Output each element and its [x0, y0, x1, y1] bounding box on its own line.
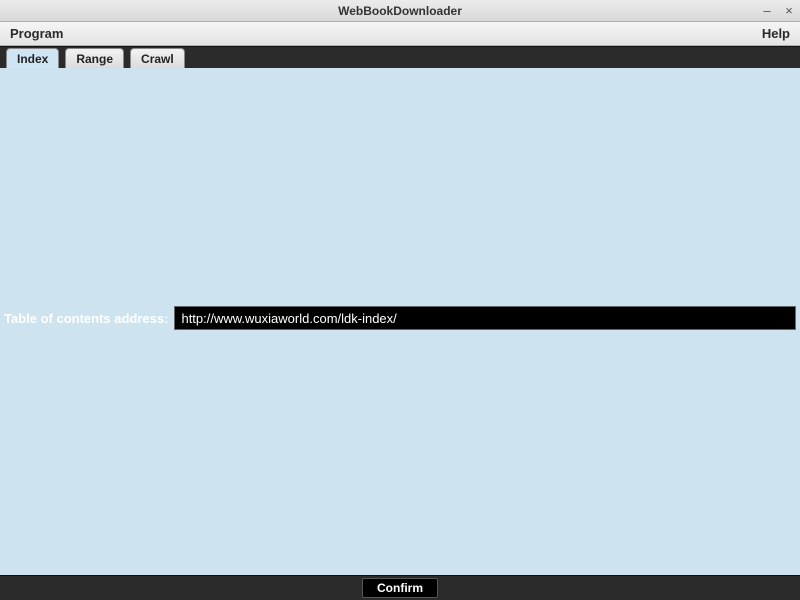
- menubar: Program Help: [0, 22, 800, 46]
- menu-help[interactable]: Help: [758, 24, 794, 43]
- tab-index[interactable]: Index: [6, 48, 59, 68]
- tab-range[interactable]: Range: [65, 48, 124, 68]
- window-title: WebBookDownloader: [338, 4, 462, 18]
- address-row: Table of contents address:: [4, 306, 796, 330]
- confirm-button[interactable]: Confirm: [362, 578, 438, 598]
- footer: Confirm: [0, 575, 800, 600]
- titlebar: WebBookDownloader – ×: [0, 0, 800, 22]
- address-input[interactable]: [174, 306, 796, 330]
- window-controls: – ×: [760, 0, 796, 21]
- tab-strip: Index Range Crawl: [0, 46, 800, 68]
- address-label: Table of contents address:: [4, 311, 168, 326]
- minimize-icon[interactable]: –: [760, 4, 774, 17]
- close-icon[interactable]: ×: [782, 4, 796, 17]
- menu-program[interactable]: Program: [6, 24, 67, 43]
- tab-crawl[interactable]: Crawl: [130, 48, 185, 68]
- content-area: Table of contents address:: [0, 68, 800, 575]
